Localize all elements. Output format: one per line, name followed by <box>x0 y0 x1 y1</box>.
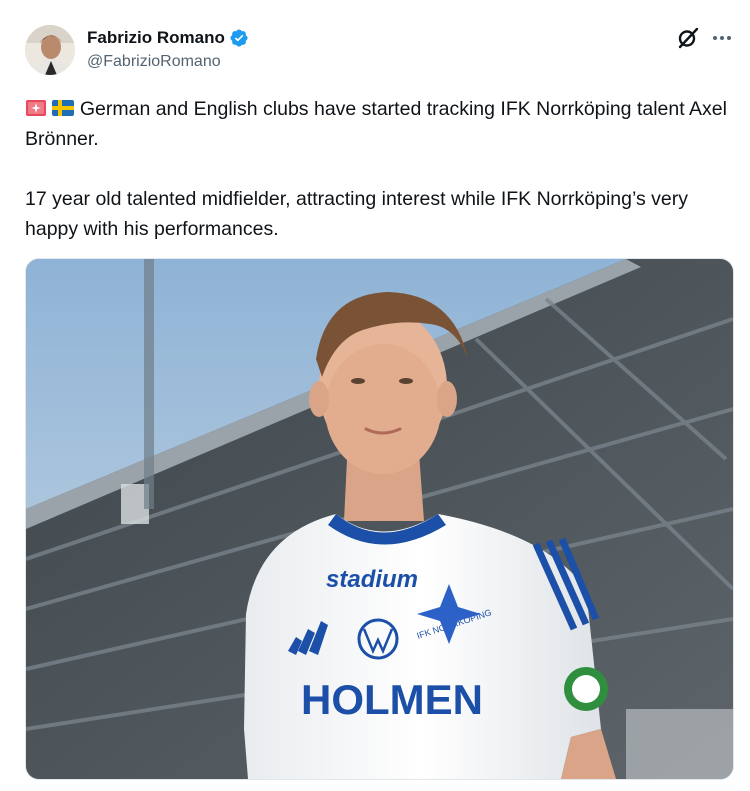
siren-emoji <box>26 100 46 116</box>
tweet-paragraph-2: 17 year old talented midfielder, attract… <box>25 188 688 240</box>
grok-icon[interactable] <box>676 26 700 50</box>
more-icon[interactable] <box>709 26 735 50</box>
author-handle[interactable]: @FabrizioRomano <box>87 53 221 71</box>
author-display-name[interactable]: Fabrizio Romano <box>87 28 225 48</box>
tweet-paragraph-1-text: German and English clubs have started tr… <box>25 98 727 150</box>
shirt-sponsor-main: HOLMEN <box>301 676 483 723</box>
verified-badge-icon <box>230 29 248 47</box>
sweden-flag-emoji <box>52 100 75 116</box>
tweet-paragraph-1: German and English clubs have started tr… <box>25 94 730 154</box>
author-avatar[interactable] <box>25 25 75 75</box>
avatar-image <box>25 25 75 75</box>
tweet-text: German and English clubs have started tr… <box>25 94 730 244</box>
tweet-media-photo[interactable]: stadium HOLMEN IFK NORRKÖPING <box>25 258 734 780</box>
author-name-row[interactable]: Fabrizio Romano <box>87 28 249 48</box>
shirt-sponsor-top: stadium <box>326 566 418 593</box>
player-photo: stadium HOLMEN IFK NORRKÖPING <box>26 259 733 779</box>
